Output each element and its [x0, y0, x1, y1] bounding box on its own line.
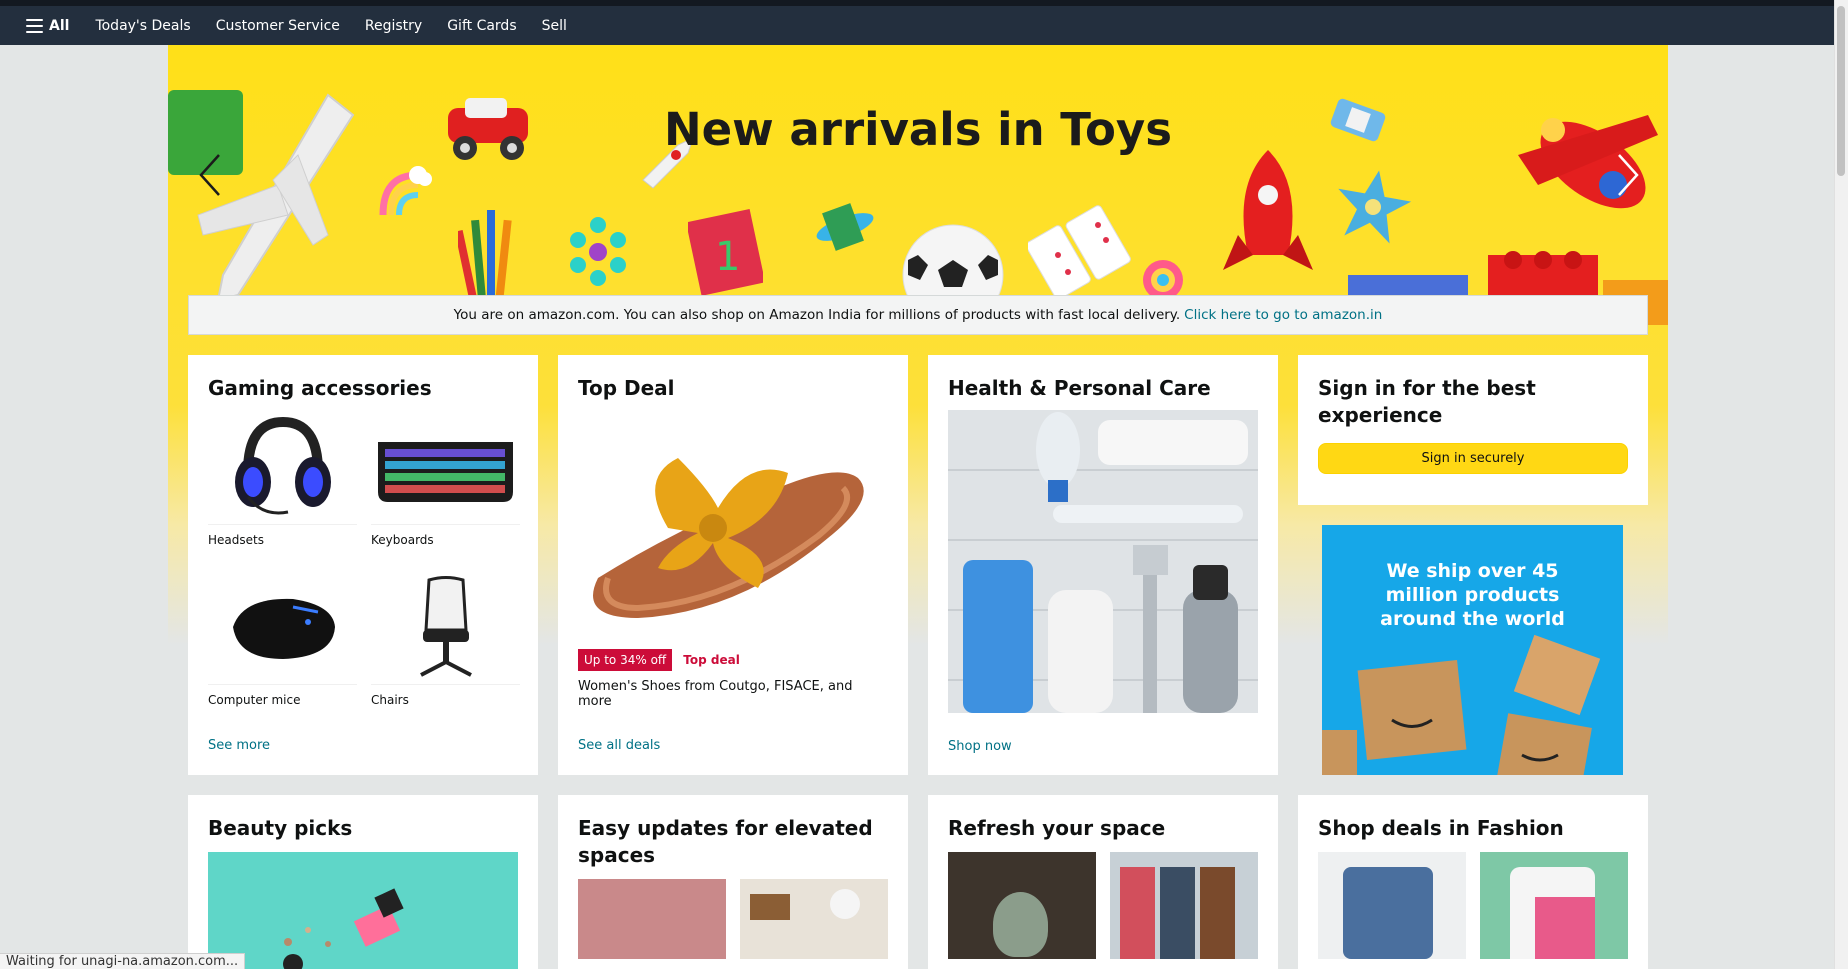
gaming-item-label: Computer mice — [208, 693, 301, 707]
floral-decor-image[interactable] — [578, 879, 726, 959]
glass-vase-image[interactable] — [948, 852, 1096, 959]
page-scrollbar[interactable] — [1834, 0, 1848, 969]
easy-updates-card-title: Easy updates for elevated spaces — [578, 816, 873, 867]
easy-updates-card: Easy updates for elevated spaces — [558, 795, 908, 969]
nav-link-gift-cards[interactable]: Gift Cards — [447, 18, 516, 34]
jeans-image[interactable] — [1318, 852, 1466, 959]
gaming-item-label: Headsets — [208, 533, 264, 547]
sandal-image[interactable] — [578, 410, 888, 635]
refresh-card: Refresh your space — [928, 795, 1278, 969]
rainbow-cloud-image — [379, 166, 432, 216]
headset-image — [208, 410, 357, 525]
boxes-image — [1322, 634, 1601, 775]
browser-status-bar: Waiting for unagi-na.amazon.com... — [0, 953, 246, 969]
shipping-ad-text: We ship over 45 million products around … — [1380, 560, 1565, 630]
locale-notice-text: You are on amazon.com. You can also shop… — [453, 307, 1181, 323]
chair-image — [371, 570, 520, 685]
all-menu-label: All — [49, 17, 70, 34]
gaming-grid: Headsets Keyboards Computer mice Chairs — [208, 410, 520, 730]
refresh-card-title: Refresh your space — [948, 816, 1166, 840]
gaming-item-label: Keyboards — [371, 533, 434, 547]
chevron-right-icon — [1618, 154, 1639, 196]
deal-discount-badge: Up to 34% off — [578, 649, 673, 671]
nav-link-registry[interactable]: Registry — [365, 18, 422, 34]
nav-link-customer-service[interactable]: Customer Service — [216, 18, 340, 34]
mouse-image — [208, 570, 357, 685]
health-card: Health & Personal Care Shop now — [928, 355, 1278, 775]
beauty-card-title: Beauty picks — [208, 816, 353, 840]
health-card-title: Health & Personal Care — [948, 376, 1211, 400]
deal-description[interactable]: Women's Shoes from Coutgo, FISACE, and m… — [578, 679, 888, 709]
beauty-card: Beauty picks — [188, 795, 538, 969]
all-menu-button[interactable]: All — [26, 18, 69, 34]
scrollbar-thumb[interactable] — [1837, 6, 1845, 176]
dominoes-image — [1028, 205, 1131, 300]
keyboard-image — [371, 410, 520, 525]
shipping-ad-banner[interactable]: We ship over 45 million products around … — [1322, 525, 1623, 775]
red-rocket-image — [1223, 150, 1313, 270]
deal-tag: Top deal — [683, 653, 740, 667]
gaming-item-chairs[interactable]: Chairs — [371, 570, 520, 730]
svg-text:1: 1 — [715, 234, 740, 280]
amazon-in-link[interactable]: Click here to go to amazon.in — [1184, 307, 1382, 323]
chevron-left-icon — [199, 154, 220, 196]
gaming-item-computer-mice[interactable]: Computer mice — [208, 570, 357, 730]
main-nav: All Today's Deals Customer Service Regis… — [0, 6, 1834, 45]
personal-care-image[interactable] — [948, 410, 1258, 713]
locale-notice: You are on amazon.com. You can also shop… — [188, 295, 1648, 335]
tshirt-image[interactable] — [1480, 852, 1628, 959]
health-shop-now-link[interactable]: Shop now — [948, 739, 1012, 754]
gaming-card-title: Gaming accessories — [208, 376, 432, 400]
beauty-image[interactable] — [208, 852, 518, 969]
gaming-item-headsets[interactable]: Headsets — [208, 410, 357, 570]
see-all-deals-link[interactable]: See all deals — [578, 738, 660, 753]
sign-in-button[interactable]: Sign in securely — [1318, 443, 1628, 474]
gaming-see-more-link[interactable]: See more — [208, 738, 270, 753]
blue-star-image — [1338, 170, 1412, 244]
red-block-image: 1 — [688, 208, 763, 295]
top-deal-card: Top Deal Up to 34% off Top deal Women's … — [558, 355, 908, 775]
fashion-card: Shop deals in Fashion — [1298, 795, 1648, 969]
nav-link-sell[interactable]: Sell — [542, 18, 567, 34]
gaming-item-keyboards[interactable]: Keyboards — [371, 410, 520, 570]
nav-link-todays-deals[interactable]: Today's Deals — [95, 18, 190, 34]
signin-card: Sign in for the best experience Sign in … — [1298, 355, 1648, 505]
hero-next-button[interactable] — [1608, 145, 1648, 205]
pencils-image — [458, 210, 512, 310]
towel-rack-image[interactable] — [1110, 852, 1258, 959]
top-deal-title: Top Deal — [578, 376, 675, 400]
signin-card-title: Sign in for the best experience — [1318, 376, 1536, 427]
shelf-decor-image[interactable] — [740, 879, 888, 959]
hero-prev-button[interactable] — [190, 145, 230, 205]
gaming-card: Gaming accessories Headsets Keyboards Co… — [188, 355, 538, 775]
hero-title: New arrivals in Toys — [663, 103, 1173, 156]
beads-image — [570, 217, 626, 286]
toy-plane-small-image — [816, 203, 874, 251]
fashion-card-title: Shop deals in Fashion — [1318, 816, 1564, 840]
gaming-item-label: Chairs — [371, 693, 409, 707]
hamburger-icon — [26, 18, 43, 33]
